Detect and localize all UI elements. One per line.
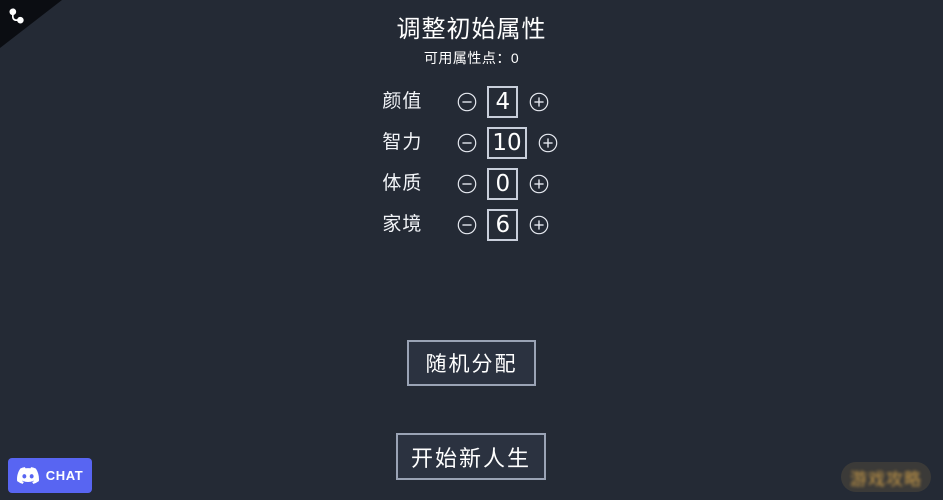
watermark-badge: 游戏攻略: [841, 462, 931, 492]
attribute-panel: 调整初始属性 可用属性点：0 颜值 4 智力 10 体质 0 家境 6: [0, 0, 943, 245]
circle-minus-icon[interactable]: [454, 130, 480, 156]
watermark-text: 游戏攻略: [850, 469, 922, 489]
circle-minus-icon[interactable]: [454, 212, 480, 238]
discord-icon: [16, 467, 39, 484]
fork-corner-icon: [7, 6, 29, 28]
circle-plus-icon[interactable]: [526, 171, 552, 197]
attribute-value: 10: [487, 126, 527, 159]
circle-plus-icon[interactable]: [535, 130, 561, 156]
start-new-life-button[interactable]: 开始新人生: [396, 433, 546, 480]
random-assign-button[interactable]: 随机分配: [407, 340, 536, 386]
attribute-label: 家境: [382, 213, 423, 235]
available-points-label: 可用属性点：: [423, 50, 511, 66]
attribute-value: 0: [487, 167, 519, 200]
corner-ribbon[interactable]: [0, 0, 72, 58]
discord-chat-label: CHAT: [45, 468, 84, 483]
circle-plus-icon[interactable]: [526, 89, 552, 115]
available-points-value: 0: [510, 50, 520, 66]
circle-minus-icon[interactable]: [454, 171, 480, 197]
attribute-row-jiajing: 家境 6: [382, 204, 560, 245]
attribute-value: 4: [487, 85, 519, 118]
attribute-row-tizhi: 体质 0: [382, 163, 560, 204]
attribute-label: 体质: [382, 172, 423, 194]
circle-plus-icon[interactable]: [526, 212, 552, 238]
attribute-label: 智力: [382, 131, 423, 153]
attribute-row-yanzhi: 颜值 4: [382, 81, 560, 122]
circle-minus-icon[interactable]: [454, 89, 480, 115]
attribute-list: 颜值 4 智力 10 体质 0 家境 6: [382, 81, 560, 245]
discord-chat-button[interactable]: CHAT: [8, 458, 92, 493]
attribute-label: 颜值: [382, 90, 423, 112]
attribute-row-zhili: 智力 10: [382, 122, 560, 163]
page-title: 调整初始属性: [396, 16, 547, 43]
available-points: 可用属性点：0: [424, 49, 519, 67]
attribute-value: 6: [487, 208, 519, 241]
